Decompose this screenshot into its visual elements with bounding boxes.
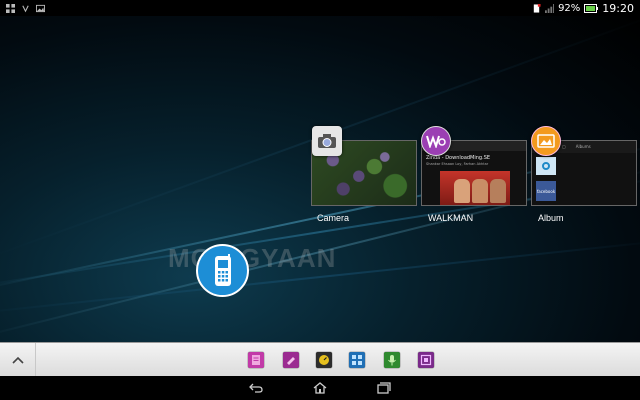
camera-icon — [312, 126, 342, 156]
dock-expand-button[interactable] — [0, 343, 36, 377]
dock-app-calculator[interactable] — [349, 352, 365, 368]
browser-icon — [420, 354, 432, 366]
eraser-icon — [287, 357, 295, 365]
floating-phone-widget[interactable] — [196, 244, 249, 297]
battery-icon — [584, 3, 599, 13]
album-tab-label: Albums — [575, 144, 591, 149]
dock-app-voice-recorder[interactable] — [384, 352, 400, 368]
walkman-track-artist: Shankar Ehsaan Loy, Farhan Akhtar — [426, 162, 489, 166]
album-tile-facebook: facebook — [536, 181, 556, 201]
image-icon — [36, 4, 45, 12]
signal-icon — [545, 3, 555, 13]
clock: 19:20 — [602, 1, 634, 15]
battery-percent: 92% — [558, 2, 581, 14]
album-art-figure — [472, 179, 488, 203]
walkman-icon — [421, 126, 451, 156]
dock-app-notes[interactable] — [248, 352, 264, 368]
recent-apps-button[interactable] — [376, 380, 392, 396]
notes-icon — [252, 355, 260, 365]
system-icons[interactable]: 92% 19:20 — [532, 2, 634, 15]
back-button[interactable] — [248, 380, 264, 396]
dock-app-sketch[interactable] — [283, 352, 299, 368]
grid-icon — [6, 3, 15, 13]
microphone-icon — [388, 355, 396, 366]
recent-app-label: Album — [538, 213, 564, 223]
timer-icon — [319, 355, 329, 365]
small-apps-dock — [0, 342, 640, 377]
album-art-figure — [490, 179, 506, 203]
watermark: MOBIGYAAN — [168, 243, 337, 273]
phone-icon — [214, 253, 231, 286]
recent-apps-icon — [377, 382, 391, 394]
album-tile — [536, 157, 556, 175]
dock-app-browser[interactable] — [418, 352, 434, 368]
chevron-up-icon — [11, 356, 24, 364]
home-button[interactable] — [312, 380, 328, 396]
calculator-icon — [352, 355, 362, 365]
sync-icon — [22, 5, 29, 12]
dock-app-timer[interactable] — [316, 352, 332, 368]
loading-icon — [542, 162, 550, 170]
album-icon — [531, 126, 561, 156]
notification-icons[interactable] — [6, 3, 45, 13]
recent-app-label: Camera — [317, 213, 350, 223]
navigation-bar — [0, 376, 640, 400]
back-icon — [249, 383, 263, 393]
status-bar: 92% 19:20 — [0, 0, 640, 16]
album-art-figure — [454, 179, 470, 203]
home-icon — [313, 382, 327, 394]
recent-app-label: WALKMAN — [428, 213, 474, 223]
walkman-album-art — [440, 171, 510, 205]
sim-icon — [533, 3, 541, 13]
